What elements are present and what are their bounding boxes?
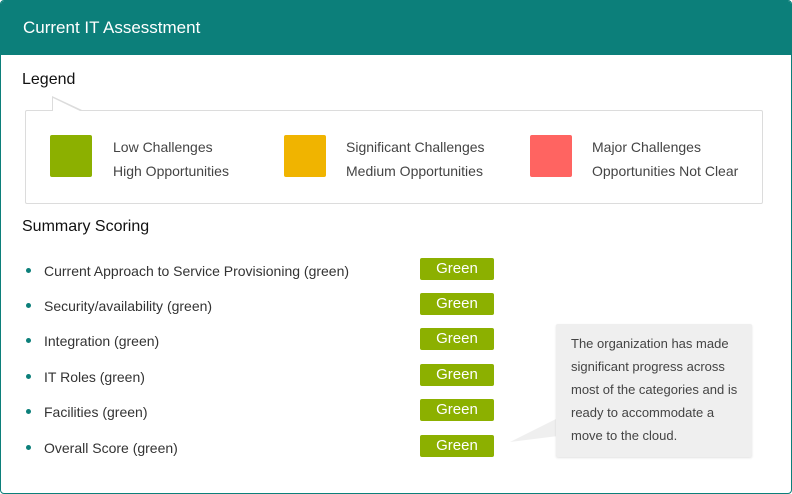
callout-text: The organization has made significant pr… [571, 336, 738, 443]
score-label: IT Roles (green) [44, 369, 145, 385]
status-badge: Green [420, 293, 494, 315]
score-row: IT Roles (green) Green [24, 364, 504, 390]
score-row: Integration (green) Green [24, 328, 504, 354]
card-title: Current IT Assesstment [23, 18, 201, 37]
score-row: Facilities (green) Green [24, 399, 504, 425]
bullet-icon [26, 374, 31, 379]
legend-major-line1: Major Challenges [592, 139, 701, 155]
callout-tail [510, 418, 558, 442]
summary-title: Summary Scoring [22, 218, 150, 235]
legend-low-line2: High Opportunities [113, 163, 229, 179]
swatch-yellow-icon [284, 135, 326, 177]
score-row: Security/availability (green) Green [24, 293, 504, 319]
legend-major-line2: Opportunities Not Clear [592, 163, 739, 179]
legend-box: Low Challenges High Opportunities Signif… [25, 110, 763, 204]
bullet-icon [26, 303, 31, 308]
swatch-green-icon [50, 135, 92, 177]
legend-significant-line1: Significant Challenges [346, 139, 485, 155]
status-badge: Green [420, 399, 494, 421]
status-badge: Green [420, 435, 494, 457]
bullet-icon [26, 445, 31, 450]
score-row: Current Approach to Service Provisioning… [24, 258, 504, 284]
bullet-icon [26, 409, 31, 414]
legend-low-line1: Low Challenges [113, 139, 213, 155]
score-label: Overall Score (green) [44, 440, 178, 456]
legend-notch-fill [53, 98, 80, 111]
card-header: Current IT Assesstment [1, 1, 791, 55]
legend-significant-line2: Medium Opportunities [346, 163, 483, 179]
score-label: Current Approach to Service Provisioning… [44, 263, 350, 279]
swatch-red-icon [530, 135, 572, 177]
legend-title: Legend [22, 71, 76, 88]
bullet-icon [26, 268, 31, 273]
bullet-icon [26, 338, 31, 343]
score-row: Overall Score (green) Green [24, 435, 504, 461]
status-badge: Green [420, 364, 494, 386]
score-label: Integration (green) [44, 333, 160, 349]
score-label: Facilities (green) [44, 404, 148, 420]
status-badge: Green [420, 258, 494, 280]
callout-note: The organization has made significant pr… [556, 324, 752, 457]
status-badge: Green [420, 328, 494, 350]
score-label: Security/availability (green) [44, 298, 213, 314]
